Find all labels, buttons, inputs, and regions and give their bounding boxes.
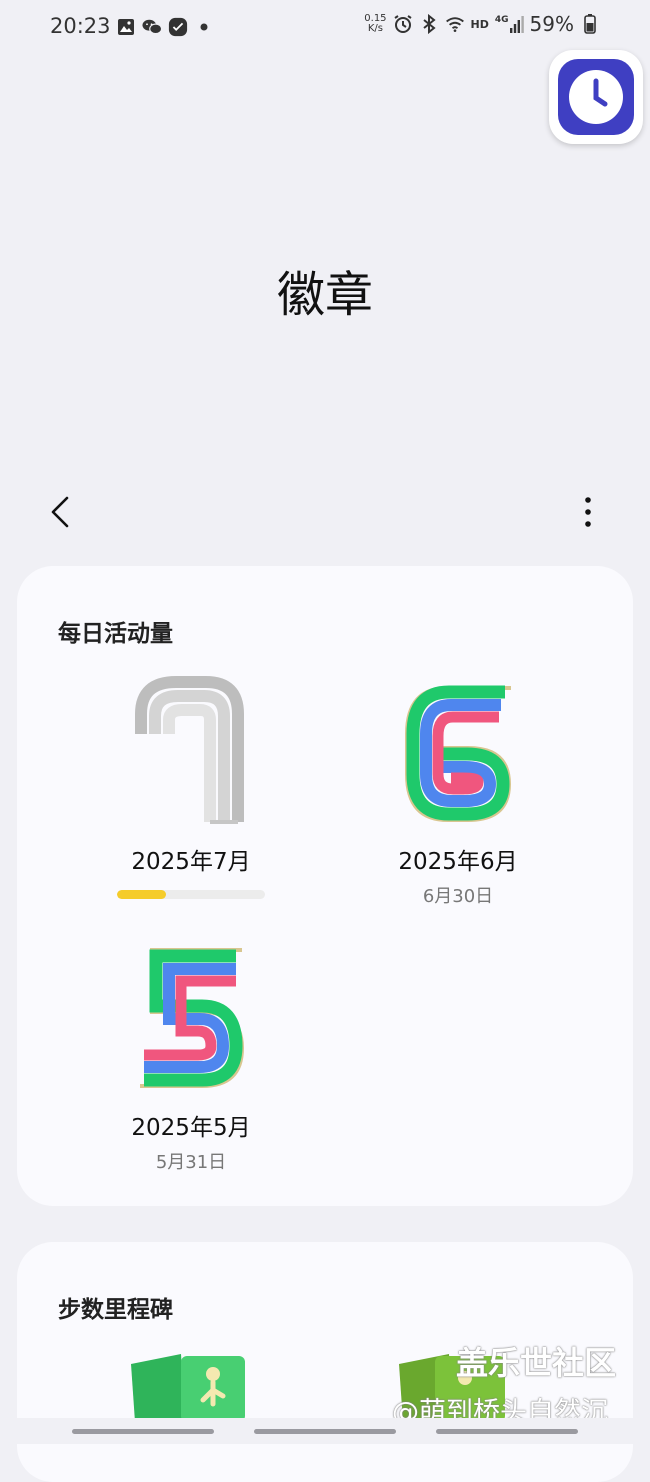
wechat-icon — [142, 17, 162, 37]
cellular-signal: 4G — [495, 15, 524, 33]
daily-activity-title: 每日活动量 — [58, 621, 173, 647]
chevron-left-icon — [51, 496, 69, 528]
clock-app-bubble[interactable] — [549, 50, 643, 144]
battery-icon — [580, 14, 600, 34]
badge-date: 5月31日 — [155, 1152, 227, 1173]
more-options-button[interactable] — [570, 492, 606, 532]
battery-level: 59% — [529, 12, 574, 36]
badge-progress-fill — [117, 890, 166, 899]
daily-activity-card: 每日活动量 2025年7月 2025年6月 6月30日 2025年5月 5月31… — [17, 566, 633, 1206]
navigation-bar — [0, 1418, 650, 1444]
page-title: 徽章 — [276, 267, 373, 323]
network-speed: 0.15 K/s — [364, 14, 386, 34]
alarm-icon — [393, 14, 413, 34]
badge-date: 6月30日 — [422, 886, 494, 907]
gallery-icon — [116, 17, 136, 37]
bluetooth-icon — [419, 14, 439, 34]
badge-number-5-icon — [86, 936, 296, 1096]
badge-number-6-icon — [353, 670, 563, 830]
network-speed-unit: K/s — [367, 23, 383, 34]
more-vertical-icon — [585, 497, 591, 527]
hd-indicator: HD — [470, 17, 489, 31]
nav-handle-left[interactable] — [72, 1429, 214, 1434]
badge-label: 2025年7月 — [131, 849, 251, 875]
more-notifications-dot-icon — [194, 17, 214, 37]
badge-june-2025[interactable]: 2025年6月 6月30日 — [353, 670, 563, 908]
walking-person-badge-icon — [131, 1354, 245, 1422]
back-button[interactable] — [42, 492, 82, 532]
badge-number-7-icon — [86, 670, 296, 830]
step-milestones-title: 步数里程碑 — [58, 1297, 173, 1323]
app-notification-icon — [168, 17, 188, 37]
status-time: 20:23 — [50, 14, 111, 38]
status-right-group: 0.15 K/s HD 4G 59% — [364, 12, 600, 36]
badge-july-2025[interactable]: 2025年7月 — [86, 670, 296, 899]
badge-progress-bar — [117, 890, 265, 899]
wifi-icon — [445, 14, 465, 34]
badge-label: 2025年5月 — [131, 1115, 251, 1141]
clock-icon — [558, 59, 634, 135]
nav-handle-center[interactable] — [254, 1429, 396, 1434]
status-bar: 20:23 0.15 K/s HD 4G 59% — [0, 0, 650, 54]
nav-handle-right[interactable] — [436, 1429, 578, 1434]
badge-label: 2025年6月 — [398, 849, 518, 875]
signal-bars-icon — [509, 16, 524, 33]
network-type: 4G — [494, 15, 509, 25]
badge-may-2025[interactable]: 2025年5月 5月31日 — [86, 936, 296, 1174]
notification-icons — [116, 17, 214, 37]
watermark-community: 盖乐世社区 — [456, 1344, 617, 1382]
milestone-badge[interactable] — [127, 1352, 247, 1426]
